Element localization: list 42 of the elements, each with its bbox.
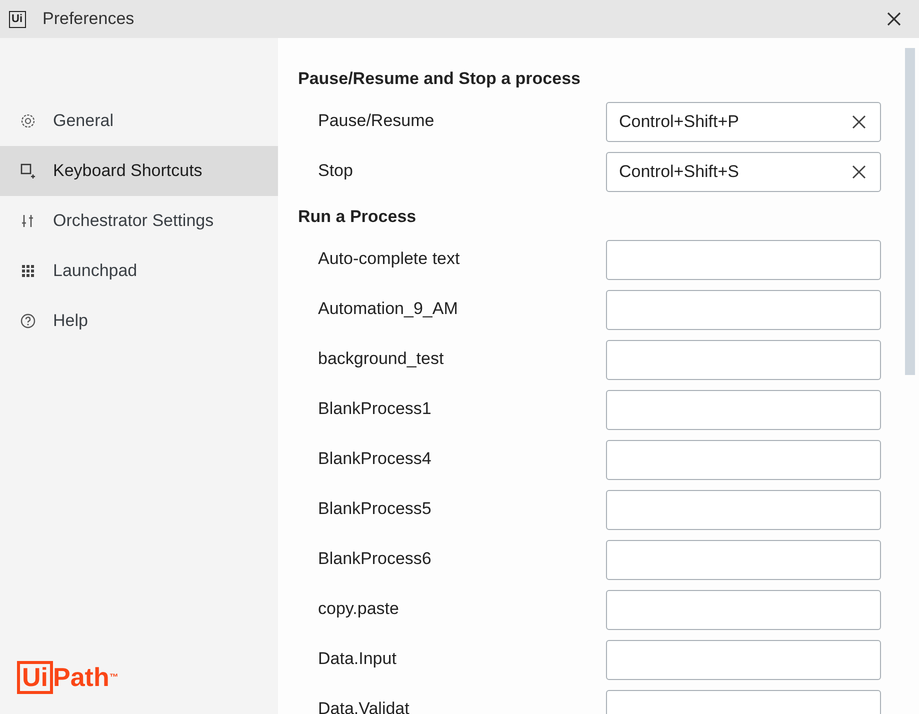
shortcut-label: BlankProcess5 — [318, 499, 432, 518]
shortcut-label: BlankProcess6 — [318, 549, 432, 568]
shortcut-field[interactable]: Control+Shift+P — [606, 102, 881, 142]
shortcut-field[interactable] — [606, 240, 881, 280]
help-icon — [20, 313, 36, 329]
shortcut-field[interactable] — [606, 290, 881, 330]
shortcut-field[interactable] — [606, 540, 881, 580]
shortcut-label: BlankProcess4 — [318, 449, 432, 468]
shortcut-field[interactable] — [606, 390, 881, 430]
sidebar-item[interactable]: Keyboard Shortcuts — [0, 146, 278, 196]
shortcut-field[interactable] — [606, 340, 881, 380]
app-logo: Ui — [8, 10, 26, 28]
shortcut-label: Pause/Resume — [318, 111, 434, 130]
section-heading: Pause/Resume and Stop a process — [298, 68, 582, 90]
sliders-icon — [20, 213, 36, 229]
shortcut-field[interactable] — [606, 440, 881, 480]
gear-icon — [20, 113, 36, 129]
grid-icon — [20, 263, 36, 279]
shortcut-label: Automation_9_AM — [318, 299, 458, 318]
shortcut-label: Auto-complete text — [318, 249, 460, 268]
section-heading: Run a Process — [298, 206, 418, 228]
square-plus-icon — [20, 163, 36, 179]
shortcut-label: Data.Validat — [318, 699, 410, 714]
shortcut-label: Data.Input — [318, 649, 396, 668]
window-title: Preferences — [42, 8, 136, 30]
shortcut-label: Stop — [318, 161, 353, 180]
shortcut-field[interactable] — [606, 640, 881, 680]
scrollbar-thumb[interactable] — [905, 48, 915, 375]
company-logo: Ui Path™ — [17, 658, 278, 697]
clear-button[interactable] — [850, 163, 868, 181]
shortcut-field[interactable] — [606, 490, 881, 530]
shortcut-label: BlankProcess1 — [318, 399, 432, 418]
shortcut-field[interactable] — [606, 590, 881, 630]
sidebar-item[interactable]: Help — [0, 296, 278, 346]
sidebar-item[interactable]: Launchpad — [0, 246, 278, 296]
shortcut-field[interactable]: Control+Shift+S — [606, 152, 881, 192]
clear-button[interactable] — [850, 113, 868, 131]
shortcut-label: copy.paste — [318, 599, 399, 618]
sidebar-item[interactable]: General — [0, 96, 278, 146]
shortcut-label: background_test — [318, 349, 444, 368]
close-icon[interactable] — [886, 11, 902, 27]
sidebar-item[interactable]: Orchestrator Settings — [0, 196, 278, 246]
